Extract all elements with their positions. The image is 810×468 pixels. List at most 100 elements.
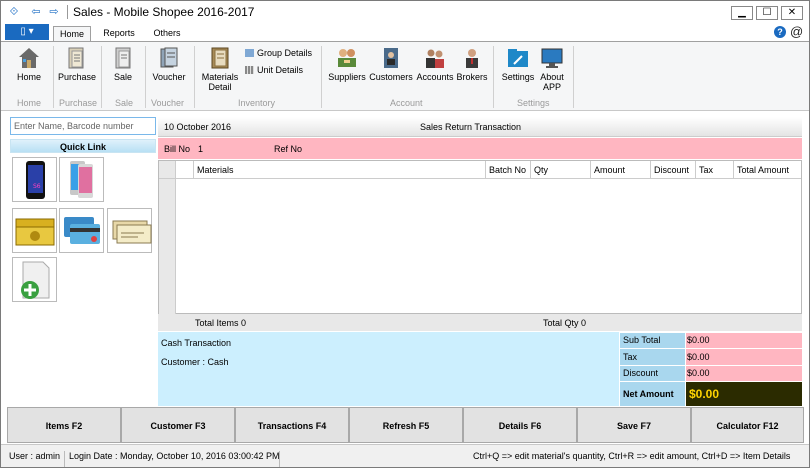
group-label-home: Home [17,98,42,108]
ribbon-separator [321,46,322,108]
cheque-icon[interactable] [107,208,152,253]
materials-grid[interactable]: Materials Batch No Qty Amount Discount T… [158,160,802,314]
home-button-label: Home [16,72,41,82]
discount-value[interactable]: $0.00 [686,366,802,381]
refresh-button[interactable]: Refresh F5 [349,407,463,443]
back-arrow-icon[interactable]: ⇦ [29,5,43,19]
tab-home[interactable]: Home [53,26,91,41]
ribbon-separator [145,46,146,108]
about-app-button[interactable]: About APP [537,46,567,92]
accounts-button[interactable]: Accounts [415,46,455,82]
cash-icon[interactable] [12,208,57,253]
add-document-icon[interactable] [12,257,57,302]
transaction-header: 10 October 2016 Sales Return Transaction [158,117,802,137]
window-title: Sales - Mobile Shopee 2016-2017 [73,5,255,19]
summary-panel: Sub Total $0.00 Tax $0.00 Discount $0.00… [620,332,802,406]
suppliers-button[interactable]: Suppliers [326,46,368,82]
file-menu-button[interactable]: ▯ ▾ [5,24,49,40]
settings-label: Settings [501,72,535,82]
settings-folder-icon [506,46,530,70]
ribbon-separator [194,46,195,108]
grid-totals-row: Total Items 0 Total Qty 0 [158,314,802,331]
group-label-inventory: Inventory [238,98,276,108]
column-header-materials[interactable]: Materials [194,161,486,179]
total-items: Total Items 0 [195,318,247,328]
tab-reports[interactable]: Reports [99,26,139,41]
about-app-label: About APP [540,72,564,92]
calculator-button[interactable]: Calculator F12 [691,407,804,443]
help-icon[interactable]: ? [774,26,786,38]
quick-link-header: Quick Link [10,139,156,153]
status-shortcuts: Ctrl+Q => edit material's quantity, Ctrl… [473,451,791,461]
brokers-button[interactable]: Brokers [456,46,488,82]
group-label-account: Account [390,98,423,108]
ribbon-separator [53,46,54,108]
bill-no-label: Bill No [164,144,191,154]
status-login-date: Login Date : Monday, October 10, 2016 03… [69,451,280,461]
settings-button[interactable]: Settings [499,46,537,82]
column-header-discount[interactable]: Discount [651,161,696,179]
at-sign-icon[interactable]: @ [790,24,803,39]
maximize-button[interactable]: ☐ [756,6,778,20]
voucher-book-icon [157,46,181,70]
sale-button[interactable]: Sale [105,46,141,82]
customer-info: Customer : Cash [161,357,229,367]
close-button[interactable]: ✕ [781,6,803,20]
tax-label: Tax [620,349,685,365]
document-icon: ▯ [20,26,29,37]
group-label-purchase: Purchase [59,98,98,108]
home-button[interactable]: Home [11,46,47,82]
application-window: ⟐ ⇦ ⇨ Sales - Mobile Shopee 2016-2017 ▁ … [0,0,810,468]
unit-details-button[interactable]: Unit Details [245,65,303,75]
grid-corner [159,161,176,179]
status-user: User : admin [9,451,61,461]
tax-value: $0.00 [686,349,802,365]
minimize-button[interactable]: ▁ [731,6,753,20]
group-label-settings: Settings [517,98,550,108]
group-details-button[interactable]: Group Details [245,48,312,58]
column-header-total-amount[interactable]: Total Amount [734,161,801,179]
purchase-ledger-icon [65,46,89,70]
total-qty: Total Qty 0 [543,318,587,328]
handshake-icon [335,46,359,70]
phone-iphone-icon[interactable] [59,157,104,202]
sub-total-value: $0.00 [686,333,802,348]
forward-arrow-icon[interactable]: ⇨ [47,5,61,19]
ribbon-separator [493,46,494,108]
group-label-sale: Sale [115,98,134,108]
materials-detail-button[interactable]: Materials Detail [198,46,242,92]
ribbon-separator [573,46,574,108]
column-header-batch-no[interactable]: Batch No [486,161,531,179]
search-input[interactable]: Enter Name, Barcode number [10,117,156,135]
net-amount-label: Net Amount [620,382,685,406]
credit-card-icon[interactable] [59,208,104,253]
customers-label: Customers [369,72,413,82]
tab-others[interactable]: Others [147,26,187,41]
transaction-date: 10 October 2016 [164,122,232,132]
transactions-button[interactable]: Transactions F4 [235,407,349,443]
column-header-amount[interactable]: Amount [591,161,651,179]
app-menu-icon[interactable]: ⟐ [7,5,21,19]
transaction-type: Cash Transaction [161,338,232,348]
details-button[interactable]: Details F6 [463,407,577,443]
column-header-qty[interactable]: Qty [531,161,591,179]
materials-detail-label: Materials Detail [201,72,239,92]
save-button[interactable]: Save F7 [577,407,691,443]
purchase-button-label: Purchase [57,72,97,82]
items-button[interactable]: Items F2 [7,407,121,443]
voucher-button[interactable]: Voucher [149,46,189,82]
customers-button[interactable]: Customers [369,46,413,82]
sale-button-label: Sale [113,72,132,82]
column-header-tax[interactable]: Tax [696,161,734,179]
phone-s6-icon[interactable]: S6 [12,157,57,202]
unit-details-icon [245,66,254,74]
materials-binder-icon [208,46,232,70]
customer-button[interactable]: Customer F3 [121,407,235,443]
grid-row-header [159,179,176,314]
bill-row: Bill No 1 Ref No [158,138,802,159]
file-menu-arrow: ▾ [28,26,34,37]
purchase-button[interactable]: Purchase [57,46,97,82]
broker-person-icon [460,46,484,70]
bill-no-value[interactable]: 1 [198,144,203,154]
sale-ledger-icon [111,46,135,70]
